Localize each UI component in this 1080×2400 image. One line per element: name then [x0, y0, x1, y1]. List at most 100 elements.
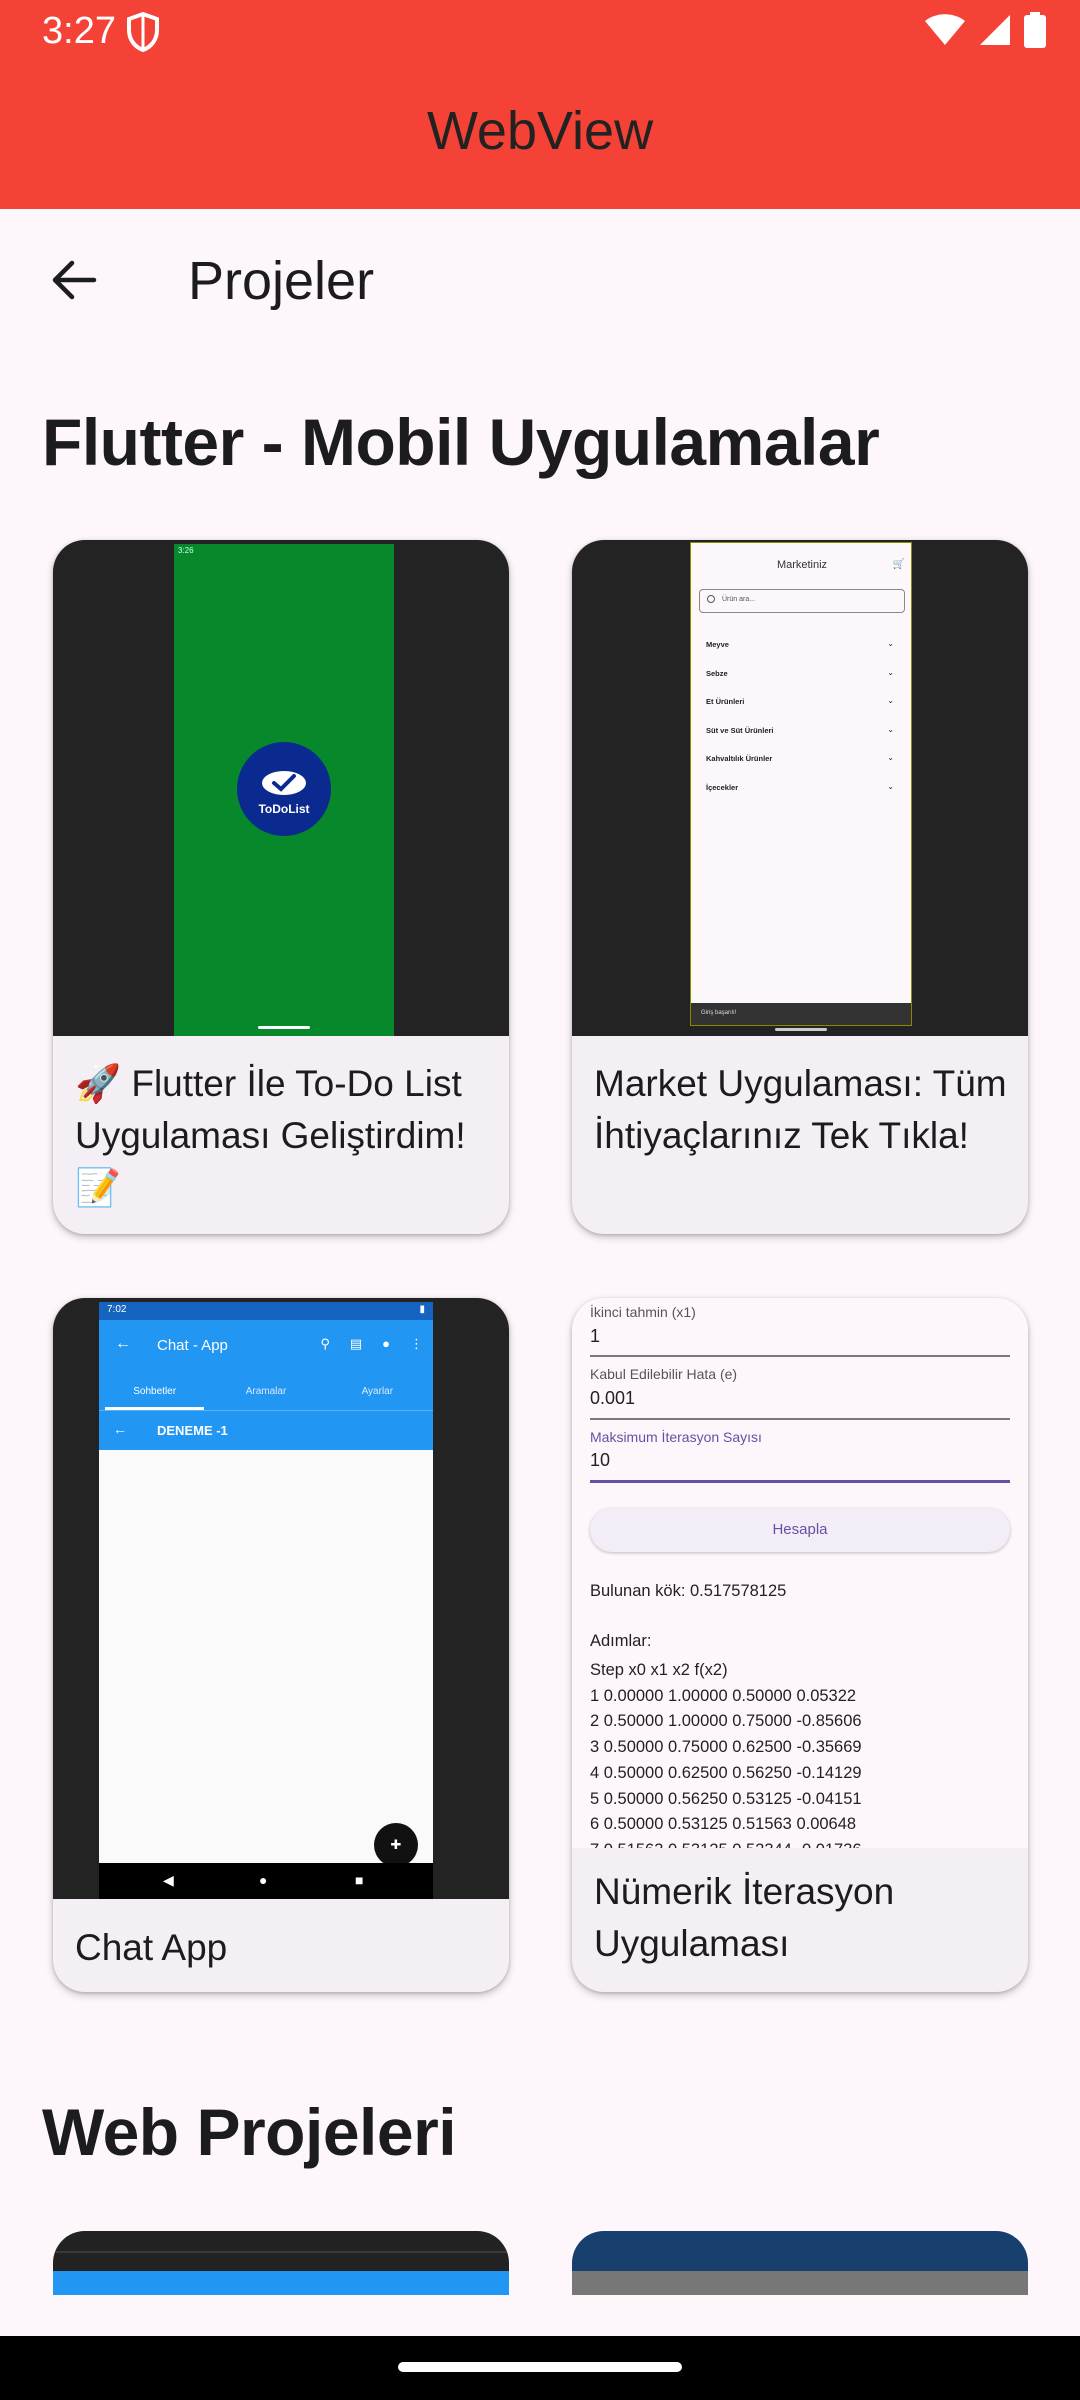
category-label: Meyve [706, 640, 729, 649]
shield-icon [127, 12, 159, 52]
step-row: 6 0.50000 0.53125 0.51563 0.00648 [590, 1815, 857, 1834]
project-title: Chat App [75, 1927, 228, 1968]
chevron-down-icon: ⌄ [887, 668, 894, 677]
project-thumbnail: 3:26 ToDoList [53, 540, 509, 1036]
app-bar-title: WebView [426, 101, 654, 161]
home-gesture-handle[interactable] [398, 2362, 682, 2372]
system-gesture-bar [0, 2336, 1080, 2400]
chat-tab: Ayarlar [361, 1386, 394, 1397]
chat-tab: Sohbetler [99, 1372, 210, 1410]
step-row: 4 0.50000 0.62500 0.56250 -0.14129 [590, 1763, 862, 1782]
nav-back-icon: ◀ [163, 1872, 174, 1888]
back-arrow-icon: ← [113, 1421, 127, 1437]
project-title: Market Uygulaması: Tüm İhtiyaçlarınız Te… [594, 1063, 1007, 1156]
nav-home-icon: ● [259, 1872, 268, 1888]
category-label: İçecekler [706, 783, 739, 792]
project-thumbnail: İkinci tahmin (x1) 1 Kabul Edilebilir Ha… [572, 1298, 1028, 1848]
chevron-down-icon: ⌄ [887, 696, 894, 705]
field-underline [590, 1418, 1010, 1420]
category-row: Kahvaltılık Ürünler ⌄ [706, 753, 898, 763]
card-thumb-divider [53, 2251, 509, 2253]
chevron-down-icon: ⌄ [887, 725, 894, 734]
search-icon [707, 595, 715, 603]
step-row: 3 0.50000 0.75000 0.62500 -0.35669 [590, 1738, 862, 1757]
category-label: Et Ürünleri [706, 697, 745, 706]
chat-app-title: Chat - App [157, 1337, 228, 1354]
chat-sub-bar: ← DENEME -1 [99, 1410, 433, 1450]
project-title: 🚀 Flutter İle To-Do List Uygulaması Geli… [75, 1063, 466, 1208]
market-app-screenshot: Marketiniz 🛒 Ürün ara... Meyve ⌄ Sebze ⌄ E… [690, 542, 912, 1026]
chevron-down-icon: ⌄ [887, 639, 894, 648]
back-arrow-icon [52, 260, 97, 300]
market-search-field: Ürün ara... [699, 589, 905, 613]
cart-icon: 🛒 [892, 559, 905, 570]
project-thumbnail: Marketiniz 🛒 Ürün ara... Meyve ⌄ Sebze ⌄ E… [572, 540, 1028, 1036]
calculate-button: Hesapla [590, 1508, 1010, 1552]
web-project-card[interactable] [572, 2231, 1028, 2295]
battery-icon [1024, 12, 1046, 48]
field-value: 10 [590, 1450, 611, 1470]
more-icon: ⋮ [410, 1336, 423, 1351]
back-arrow-icon: ← [115, 1335, 131, 1352]
card-thumb-strip [572, 2271, 1028, 2295]
thumb-nav-bar: ◀ ● ■ [99, 1863, 433, 1899]
message-icon: ▤ [349, 1336, 363, 1351]
chat-actions: ⚲ ▤ ● ⋮ [320, 1336, 423, 1352]
step-row: 2 0.50000 1.00000 0.75000 -0.85606 [590, 1712, 862, 1731]
chevron-down-icon: ⌄ [887, 782, 894, 791]
home-indicator [258, 1026, 310, 1029]
chat-app-bar: ← Chat - App ⚲ ▤ ● ⋮ [99, 1320, 433, 1372]
chat-tabs: Sohbetler Aramalar Ayarlar [99, 1372, 433, 1410]
result-text: Bulunan kök: 0.517578125 [590, 1582, 787, 1600]
chevron-down-icon: ⌄ [887, 753, 894, 762]
market-snackbar: Giriş başarılı! [691, 1003, 911, 1025]
field-label: İkinci tahmin (x1) [590, 1304, 696, 1320]
chat-app-screenshot: 7:02 ▮ ← Chat - App ⚲ ▤ ● ⋮ Sohbetler Ara… [99, 1302, 433, 1899]
project-card-market[interactable]: Marketiniz 🛒 Ürün ara... Meyve ⌄ Sebze ⌄ E… [572, 540, 1028, 1234]
steps-list: Step x0 x1 x2 f(x2) 1 0.00000 1.00000 0.… [590, 1658, 862, 1848]
thumb-status-time: 7:02 [107, 1304, 127, 1315]
steps-title: Adımlar: [590, 1632, 652, 1650]
todo-logo-text: ToDoList [258, 802, 310, 816]
person-icon: ● [382, 1336, 390, 1351]
wifi-icon [925, 14, 965, 45]
project-title: Nümerik İterasyon Uygulaması [594, 1871, 895, 1964]
field-label: Kabul Edilebilir Hata (e) [590, 1366, 738, 1382]
category-label: Kahvaltılık Ürünler [706, 754, 773, 763]
project-thumbnail: 7:02 ▮ ← Chat - App ⚲ ▤ ● ⋮ Sohbetler Ara… [53, 1298, 509, 1899]
step-row: 5 0.50000 0.56250 0.53125 -0.04151 [590, 1789, 862, 1808]
web-project-card[interactable] [53, 2231, 509, 2295]
category-row: Sebze ⌄ [706, 668, 898, 678]
chat-sub-title: DENEME -1 [157, 1423, 228, 1438]
step-row: 1 0.00000 1.00000 0.50000 0.05322 [590, 1686, 857, 1705]
step-row: Step x0 x1 x2 f(x2) [590, 1661, 728, 1679]
category-row: Et Ürünleri ⌄ [706, 696, 898, 706]
status-time: 3:27 [42, 10, 116, 52]
project-card-todo[interactable]: 3:26 ToDoList 🚀 Flutter İle To-Do List U… [53, 540, 509, 1234]
signal-icon [980, 15, 1010, 45]
project-card-numeric[interactable]: İkinci tahmin (x1) 1 Kabul Edilebilir Ha… [572, 1298, 1028, 1992]
field-value: 0.001 [590, 1388, 636, 1408]
field-underline [590, 1355, 1010, 1357]
todo-splash-screenshot: 3:26 ToDoList [174, 544, 394, 1036]
add-contact-fab-icon: ✚ [374, 1823, 418, 1867]
project-card-chat[interactable]: 7:02 ▮ ← Chat - App ⚲ ▤ ● ⋮ Sohbetler Ara… [53, 1298, 509, 1992]
category-label: Süt ve Süt Ürünleri [706, 726, 774, 735]
category-row: İçecekler ⌄ [706, 782, 898, 792]
search-icon: ⚲ [320, 1336, 330, 1351]
back-button[interactable] [44, 250, 104, 310]
page-title: Projeler [188, 251, 375, 311]
step-row: 7 0.51563 0.53125 0.52344 -0.01736 [590, 1838, 862, 1848]
nav-recents-icon: ■ [355, 1872, 364, 1888]
app-top-bar: 3:27 WebView [0, 0, 1080, 209]
battery-icon: ▮ [419, 1304, 425, 1315]
thumb-status-bar: 7:02 ▮ [99, 1302, 433, 1320]
section-title-web: Web Projeleri [42, 2095, 457, 2169]
thumb-status-time: 3:26 [178, 546, 194, 555]
field-underline-focused [590, 1480, 1010, 1483]
market-app-title: Marketiniz [776, 559, 828, 571]
todo-logo: ToDoList [237, 742, 331, 836]
chat-tab: Aramalar [245, 1386, 287, 1397]
scroll-clip [0, 2296, 1080, 2336]
home-indicator [775, 1028, 827, 1031]
